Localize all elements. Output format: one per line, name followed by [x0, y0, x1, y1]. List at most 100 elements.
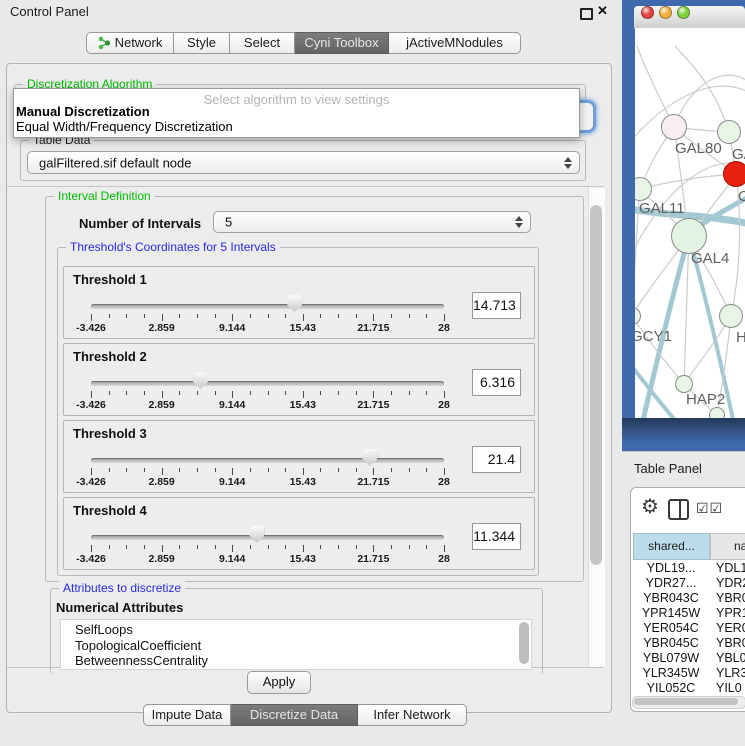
tab-label: Style: [187, 33, 216, 53]
minor-tick: [268, 391, 269, 395]
columns-icon[interactable]: [668, 499, 689, 520]
tab-network[interactable]: Network: [86, 32, 174, 54]
minor-tick: [197, 468, 198, 472]
horizontal-scrollbar-thumb[interactable]: [634, 698, 738, 705]
tick-label: 9.144: [202, 399, 262, 411]
minor-tick: [126, 314, 127, 318]
table-row[interactable]: YDR27...YDR2: [633, 576, 745, 591]
slider-track[interactable]: [91, 381, 444, 386]
slider-thumb[interactable]: [287, 295, 302, 312]
column-header-shared[interactable]: shared...: [633, 533, 710, 560]
gear-icon[interactable]: ⚙: [641, 494, 659, 519]
column-header-name[interactable]: na: [710, 533, 745, 560]
tick-label: 2.859: [132, 476, 192, 488]
tab-infer-network[interactable]: Infer Network: [358, 704, 467, 726]
table-row[interactable]: YER054CYER0: [633, 621, 745, 636]
minor-tick: [215, 314, 216, 318]
dropdown-item-equal-width-frequency-discretization[interactable]: Equal Width/Frequency Discretization: [16, 119, 233, 134]
list-item-selfloops[interactable]: SelfLoops: [75, 622, 133, 637]
minimize-traffic-light[interactable]: [659, 6, 672, 19]
list-item-betweennesscentrality[interactable]: BetweennessCentrality: [75, 653, 208, 668]
slider-thumb[interactable]: [249, 526, 264, 543]
cell-shared-name: YBR045C: [633, 636, 709, 650]
network-canvas[interactable]: GAL80GACGAL11GAL4GCY1HHAP2: [635, 28, 745, 418]
threshold-value-field[interactable]: 6.316: [472, 369, 521, 396]
network-node[interactable]: [671, 218, 707, 254]
table-row[interactable]: YDL19...YDL1: [633, 561, 745, 576]
threshold-label: Threshold 3: [73, 426, 147, 441]
float-window-icon[interactable]: [580, 8, 593, 20]
table-row[interactable]: YPR145WYPR1: [633, 606, 745, 621]
slider-track[interactable]: [91, 304, 444, 309]
horizontal-scrollbar-track[interactable]: [632, 696, 745, 709]
network-edge: [640, 174, 736, 189]
minor-tick: [391, 314, 392, 318]
network-node[interactable]: [709, 407, 725, 418]
number-of-intervals-combobox[interactable]: 5: [213, 211, 531, 233]
table-row[interactable]: YLR345W YLR3: [633, 666, 745, 681]
tick-label: -3.426: [61, 322, 121, 334]
close-traffic-light[interactable]: [641, 6, 654, 19]
tab-discretize-data[interactable]: Discretize Data: [231, 704, 358, 726]
minor-tick: [126, 391, 127, 395]
node-label-gal80: GAL80: [675, 140, 722, 157]
vertical-scrollbar-thumb[interactable]: [590, 205, 602, 565]
tab-cyni-toolbox[interactable]: Cyni Toolbox: [295, 32, 389, 54]
cell-name: YLR3: [716, 666, 745, 680]
table-row[interactable]: YBL079WYBL0: [633, 651, 745, 666]
cell-shared-name: YER054C: [633, 621, 709, 635]
numerical-attributes-list[interactable]: SelfLoopsTopologicalCoefficientBetweenne…: [60, 619, 532, 670]
minor-tick: [356, 545, 357, 549]
minor-tick: [320, 391, 321, 395]
network-node[interactable]: [719, 304, 743, 328]
checkbox-icons[interactable]: ☑☑: [696, 500, 723, 517]
tab-style[interactable]: Style: [174, 32, 230, 54]
threshold-label: Threshold 2: [73, 349, 147, 364]
minor-tick: [391, 468, 392, 472]
major-tick: [444, 314, 445, 321]
table-row[interactable]: YIL052CYIL0: [633, 681, 745, 696]
cell-shared-name: YLR345W: [633, 666, 709, 680]
zoom-traffic-light[interactable]: [677, 6, 690, 19]
slider-thumb[interactable]: [193, 372, 208, 389]
list-item-topologicalcoefficient[interactable]: TopologicalCoefficient: [75, 638, 201, 653]
close-icon[interactable]: ✕: [597, 3, 608, 19]
network-node[interactable]: [723, 161, 745, 187]
slider-thumb[interactable]: [362, 449, 377, 466]
minor-tick: [126, 545, 127, 549]
slider-track[interactable]: [91, 458, 444, 463]
minor-tick: [109, 391, 110, 395]
threshold-label: Threshold 1: [73, 272, 147, 287]
slider-track[interactable]: [91, 535, 444, 540]
tick-label: 9.144: [202, 322, 262, 334]
tab-impute-data[interactable]: Impute Data: [143, 704, 231, 726]
node-label-gcy1: GCY1: [635, 328, 672, 345]
major-tick: [162, 391, 163, 398]
minor-tick: [144, 545, 145, 549]
table-data-combobox[interactable]: galFiltered.sif default node: [27, 151, 580, 174]
table-row[interactable]: YBR043CYBR0: [633, 591, 745, 606]
major-tick: [373, 391, 374, 398]
stepper-arrows-icon: [564, 157, 572, 169]
tick-label: -3.426: [61, 553, 121, 565]
list-scrollbar-thumb[interactable]: [519, 622, 529, 664]
major-tick: [373, 314, 374, 321]
dropdown-item-manual-discretization[interactable]: Manual Discretization: [16, 104, 150, 119]
minor-tick: [338, 468, 339, 472]
table-row[interactable]: YBR045CYBR0: [633, 636, 745, 651]
tab-select[interactable]: Select: [230, 32, 295, 54]
number-of-intervals-label: Number of Intervals: [79, 216, 201, 231]
minor-tick: [391, 545, 392, 549]
threshold-value-field[interactable]: 11.344: [472, 523, 521, 550]
threshold-value-field[interactable]: 14.713: [472, 292, 521, 319]
threshold-value-field[interactable]: 21.4: [472, 446, 521, 473]
apply-button[interactable]: Apply: [247, 671, 311, 694]
bottom-tab-bar: Impute DataDiscretize DataInfer Network: [143, 704, 467, 726]
tab-label: Cyni Toolbox: [304, 33, 378, 53]
minor-tick: [426, 391, 427, 395]
minor-tick: [109, 545, 110, 549]
cell-name: YBL0: [716, 651, 745, 665]
network-node[interactable]: [661, 114, 687, 140]
stepper-arrows-icon: [515, 216, 523, 228]
tab-jactivemnodules[interactable]: jActiveMNodules: [389, 32, 521, 54]
